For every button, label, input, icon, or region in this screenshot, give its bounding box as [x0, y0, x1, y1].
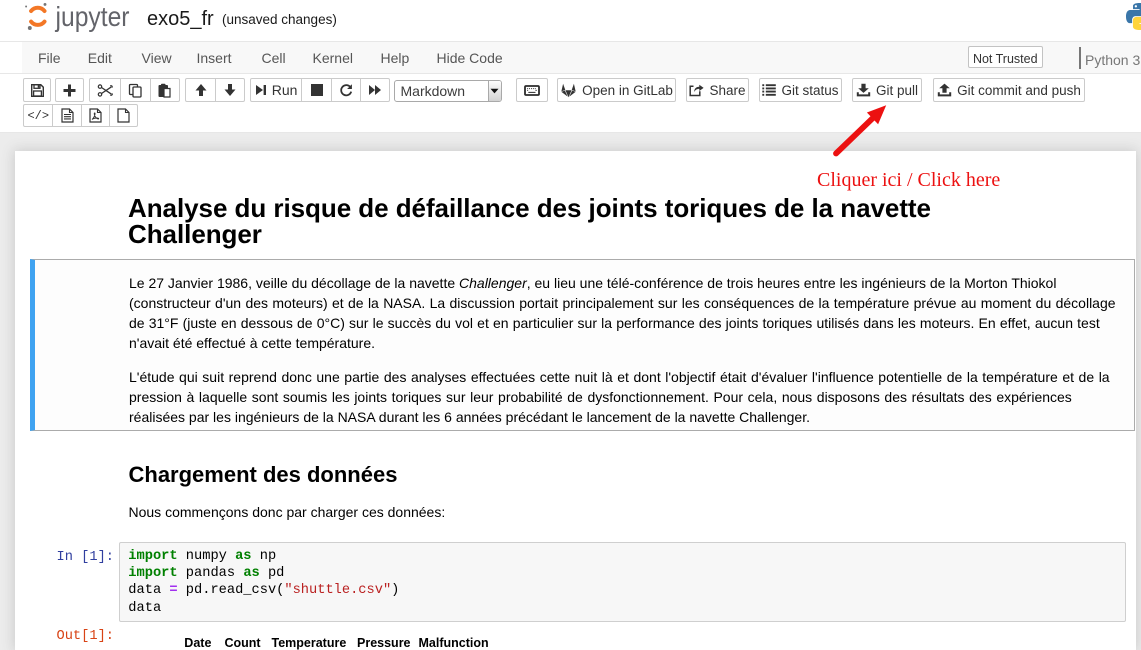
svg-text:jupyter: jupyter — [55, 1, 130, 32]
